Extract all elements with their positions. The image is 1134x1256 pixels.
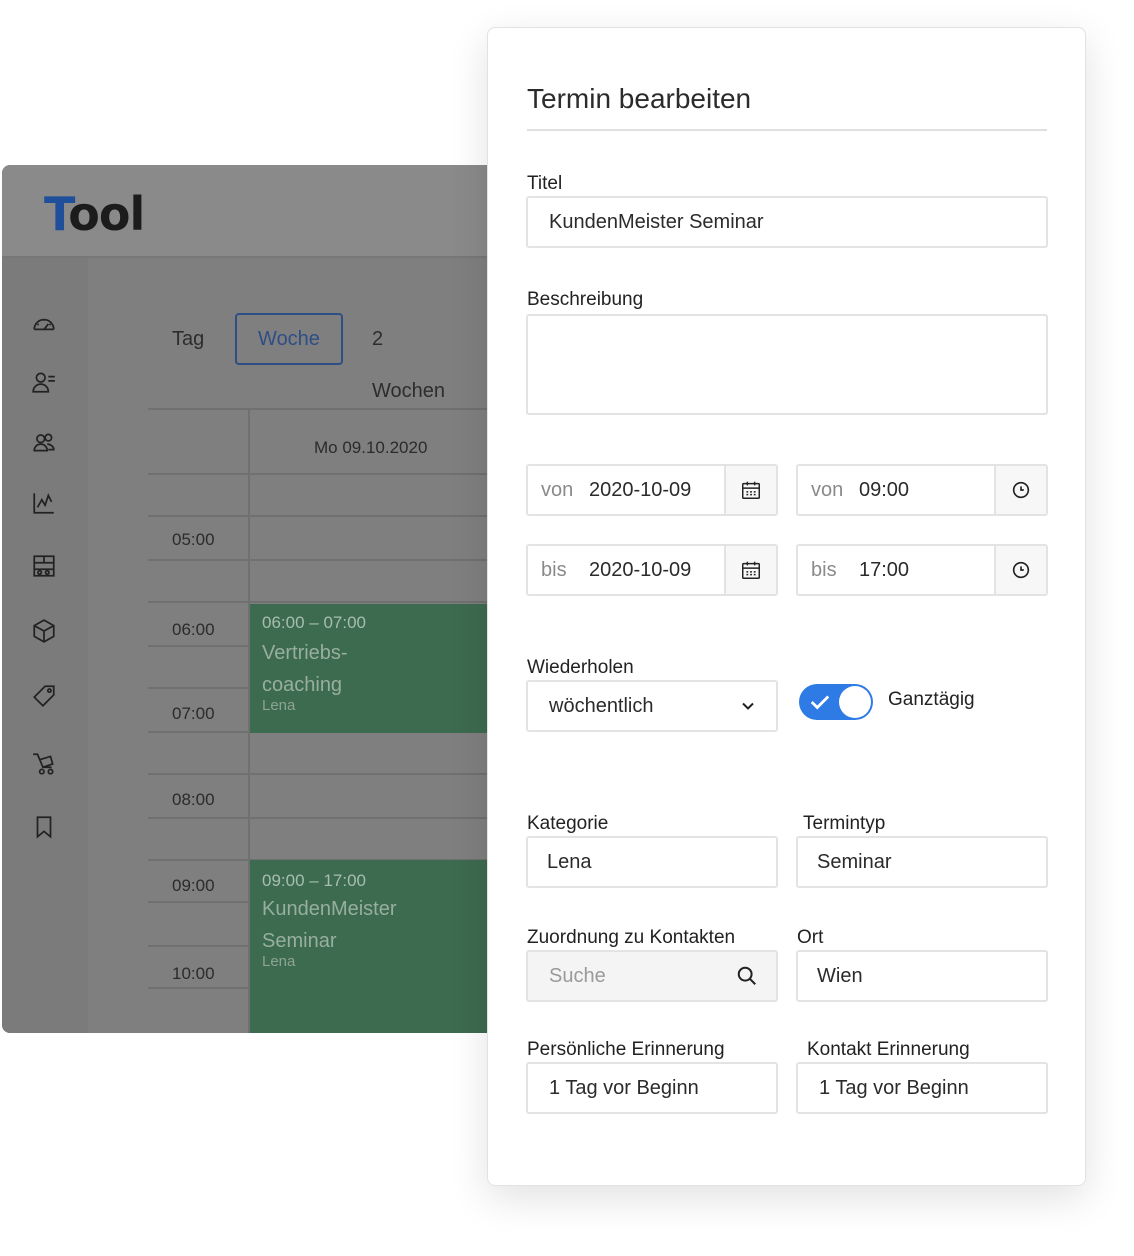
ort-input[interactable]: Wien	[796, 950, 1048, 1002]
start-date-input[interactable]: von 2020-10-09	[526, 464, 778, 516]
bookmark-icon[interactable]	[30, 813, 58, 841]
persoenliche-erinnerung-label: Persönliche Erinnerung	[527, 1039, 725, 1060]
logo-letter: T	[44, 187, 69, 241]
von-prefix: von	[811, 479, 844, 501]
kategorie-label: Kategorie	[527, 813, 609, 834]
title-divider	[527, 129, 1047, 131]
beschreibung-label: Beschreibung	[527, 289, 644, 310]
search-placeholder: Suche	[549, 965, 606, 987]
groups-icon[interactable]	[30, 428, 58, 456]
termintyp-value: Seminar	[817, 851, 892, 873]
start-time-input[interactable]: von 09:00	[796, 464, 1048, 516]
edit-appointment-dialog: Termin bearbeiten Titel KundenMeister Se…	[487, 27, 1086, 1186]
event-time: 06:00 – 07:00	[262, 613, 366, 632]
logo-text: ool	[68, 187, 145, 241]
end-date-input[interactable]: bis 2020-10-09	[526, 544, 778, 596]
ganztaegig-label: Ganztägig	[888, 689, 975, 710]
hour-label: 08:00	[172, 790, 215, 809]
end-date-value: 2020-10-09	[589, 559, 692, 581]
ganztaegig-toggle[interactable]	[799, 684, 873, 720]
app-logo[interactable]: Tool	[44, 191, 145, 237]
tab-2-wochen[interactable]: 2 Wochen	[372, 313, 445, 402]
clock-icon[interactable]	[994, 466, 1046, 514]
bis-prefix: bis	[541, 559, 567, 581]
chart-icon[interactable]	[30, 489, 58, 517]
ort-label: Ort	[797, 927, 824, 948]
dashboard-icon[interactable]	[30, 310, 58, 338]
hour-label: 09:00	[172, 876, 215, 895]
tag-icon[interactable]	[30, 682, 58, 710]
sidebar	[2, 258, 88, 1033]
search-icon[interactable]	[736, 965, 758, 987]
board-icon[interactable]	[30, 552, 58, 580]
kontakt-erinnerung-value: 1 Tag vor Beginn	[819, 1077, 969, 1099]
cart-icon[interactable]	[30, 750, 58, 778]
start-date-value: 2020-10-09	[589, 479, 692, 501]
ort-value: Wien	[817, 965, 863, 987]
end-time-input[interactable]: bis 17:00	[796, 544, 1048, 596]
end-time-value: 17:00	[859, 559, 910, 581]
calendar-icon[interactable]	[724, 546, 776, 594]
hour-label: 10:00	[172, 964, 215, 983]
clock-icon[interactable]	[994, 546, 1046, 594]
tab-tag[interactable]: Tag	[172, 313, 204, 365]
kategorie-input[interactable]: Lena	[526, 836, 778, 888]
wiederholen-select[interactable]: wöchentlich	[526, 680, 778, 732]
hour-label: 06:00	[172, 620, 215, 639]
event-title: Vertriebs-	[262, 642, 348, 664]
wiederholen-label: Wiederholen	[527, 657, 634, 678]
termintyp-label: Termintyp	[803, 813, 886, 834]
calendar-icon[interactable]	[724, 466, 776, 514]
kontakt-erinnerung-label: Kontakt Erinnerung	[807, 1039, 970, 1060]
titel-value: KundenMeister Seminar	[549, 211, 764, 233]
check-icon	[810, 695, 830, 710]
kontakte-label: Zuordnung zu Kontakten	[527, 927, 736, 948]
toggle-knob	[839, 686, 871, 718]
kategorie-value: Lena	[547, 851, 592, 873]
bis-prefix: bis	[811, 559, 837, 581]
titel-label: Titel	[527, 173, 563, 194]
event-person: Lena	[262, 953, 296, 970]
event-time: 09:00 – 17:00	[262, 871, 366, 890]
tab-woche[interactable]: Woche	[235, 313, 343, 365]
von-prefix: von	[541, 479, 574, 501]
package-icon[interactable]	[30, 617, 58, 645]
dialog-title: Termin bearbeiten	[527, 83, 752, 114]
persoenliche-erinnerung-value: 1 Tag vor Beginn	[549, 1077, 699, 1099]
kontakt-erinnerung-input[interactable]: 1 Tag vor Beginn	[796, 1062, 1048, 1114]
hour-label: 07:00	[172, 704, 215, 723]
start-time-value: 09:00	[859, 479, 910, 501]
hour-label: 05:00	[172, 530, 215, 549]
event-person: Lena	[262, 697, 296, 714]
kontakte-search-input[interactable]: Suche	[526, 950, 778, 1002]
day-header: Mo 09.10.2020	[314, 438, 428, 457]
persoenliche-erinnerung-input[interactable]: 1 Tag vor Beginn	[526, 1062, 778, 1114]
contacts-list-icon[interactable]	[30, 368, 58, 396]
termintyp-input[interactable]: Seminar	[796, 836, 1048, 888]
wiederholen-value: wöchentlich	[549, 695, 654, 717]
titel-input[interactable]: KundenMeister Seminar	[526, 196, 1048, 248]
chevron-down-icon	[742, 702, 754, 710]
beschreibung-textarea[interactable]	[526, 314, 1048, 415]
event-title: KundenMeister	[262, 898, 397, 920]
